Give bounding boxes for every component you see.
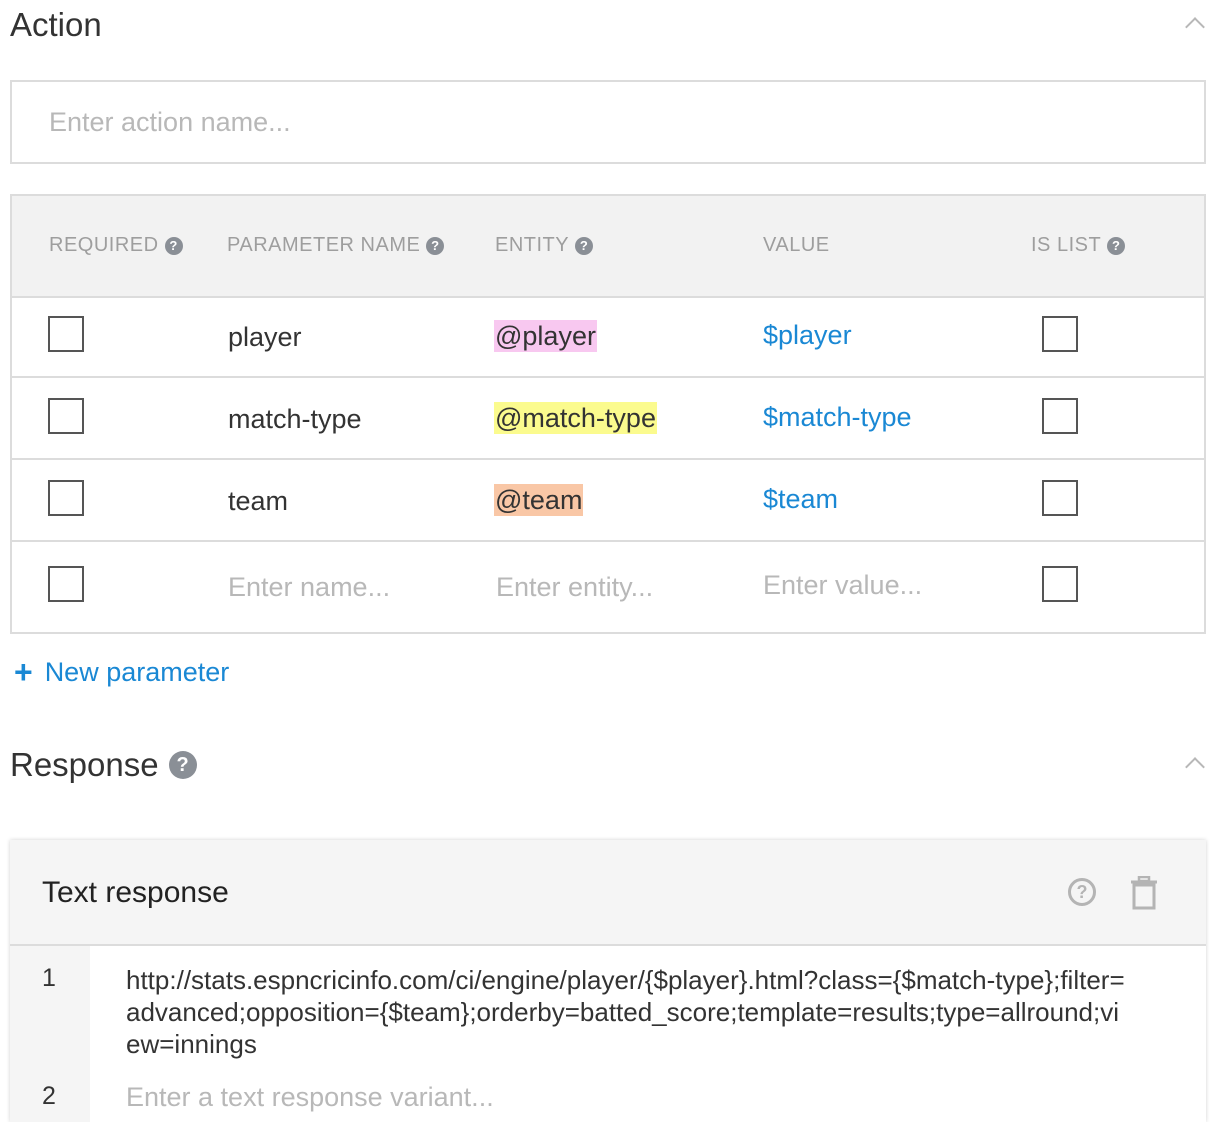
entity-help-icon[interactable]: ? — [575, 236, 594, 255]
help-circle-icon[interactable]: ? — [1068, 878, 1096, 906]
header-parameter-name-label: PARAMETER NAME — [227, 234, 421, 256]
header-entity-label: ENTITY — [495, 234, 570, 256]
text-response-card: Text response ? 1 http://stats.espncrici… — [10, 840, 1206, 1122]
header-entity: ENTITY ? — [495, 234, 594, 257]
header-parameter-name: PARAMETER NAME ? — [227, 234, 445, 257]
text-response-line[interactable]: http://stats.espncricinfo.com/ci/engine/… — [126, 964, 1126, 1060]
value-cell[interactable]: $player — [763, 320, 852, 351]
is-list-checkbox[interactable] — [1042, 566, 1078, 602]
value-cell[interactable]: $team — [763, 484, 838, 515]
response-section-title: Response — [10, 746, 159, 783]
entity-tag[interactable]: @team — [494, 484, 584, 516]
parameters-table: REQUIRED ? PARAMETER NAME ? ENTITY ? VAL… — [10, 194, 1206, 634]
required-checkbox[interactable] — [48, 398, 84, 434]
entity-tag[interactable]: @player — [494, 320, 597, 352]
text-response-title: Text response — [42, 876, 229, 909]
action-name-input[interactable] — [12, 82, 1204, 162]
required-checkbox[interactable] — [48, 566, 84, 602]
line-number: 2 — [42, 1082, 56, 1110]
text-response-card-header: Text response ? — [10, 840, 1206, 946]
header-is-list: IS LIST ? — [1031, 234, 1126, 257]
action-section-title: Action — [10, 6, 102, 43]
entity-tag[interactable]: @match-type — [494, 402, 657, 434]
response-help-icon[interactable]: ? — [168, 751, 197, 779]
parameter-name-help-icon[interactable]: ? — [426, 236, 445, 255]
new-parameter-name-input[interactable]: Enter name... — [228, 572, 390, 603]
header-value: VALUE — [763, 234, 830, 257]
line-number: 1 — [42, 964, 56, 992]
collapse-action-chevron-icon[interactable] — [1185, 17, 1205, 37]
is-list-help-icon[interactable]: ? — [1107, 236, 1126, 255]
header-value-label: VALUE — [763, 234, 830, 256]
response-section-header: Response ? — [10, 746, 197, 784]
new-parameter-button[interactable]: + New parameter — [14, 656, 229, 688]
parameter-name-cell[interactable]: player — [228, 322, 302, 353]
is-list-checkbox[interactable] — [1042, 316, 1078, 352]
trash-icon[interactable] — [1130, 876, 1158, 910]
new-entity-input[interactable]: Enter entity... — [496, 572, 653, 603]
table-row: player @player $player — [12, 296, 1204, 378]
required-checkbox[interactable] — [48, 480, 84, 516]
text-response-variant-input[interactable]: Enter a text response variant... — [126, 1082, 494, 1113]
table-header: REQUIRED ? PARAMETER NAME ? ENTITY ? VAL… — [12, 196, 1204, 298]
is-list-checkbox[interactable] — [1042, 398, 1078, 434]
required-help-icon[interactable]: ? — [164, 236, 183, 255]
new-parameter-label: New parameter — [44, 656, 230, 687]
header-required-label: REQUIRED — [49, 234, 159, 256]
collapse-response-chevron-icon[interactable] — [1185, 757, 1205, 777]
table-row: match-type @match-type $match-type — [12, 378, 1204, 460]
parameter-name-cell[interactable]: team — [228, 486, 288, 517]
header-is-list-label: IS LIST — [1031, 234, 1102, 256]
is-list-checkbox[interactable] — [1042, 480, 1078, 516]
required-checkbox[interactable] — [48, 316, 84, 352]
new-value-input[interactable]: Enter value... — [763, 570, 922, 601]
table-row: team @team $team — [12, 460, 1204, 542]
parameter-name-cell[interactable]: match-type — [228, 404, 362, 435]
table-row-new: Enter name... Enter entity... Enter valu… — [12, 542, 1204, 632]
plus-icon: + — [14, 654, 33, 690]
action-name-field[interactable] — [10, 80, 1206, 164]
value-cell[interactable]: $match-type — [763, 402, 912, 433]
header-required: REQUIRED ? — [49, 234, 183, 257]
